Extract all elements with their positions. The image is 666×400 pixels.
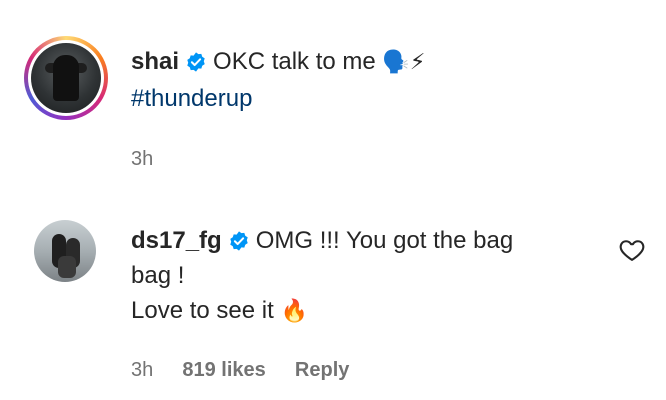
comment-text-2: bag !: [131, 262, 185, 289]
reply-button[interactable]: Reply: [295, 359, 349, 381]
verified-badge-icon: [187, 52, 205, 72]
caption-timestamp[interactable]: 3h: [131, 147, 153, 171]
comment-timestamp[interactable]: 3h: [131, 359, 153, 381]
comment-line-1: ds17_fg OMG !!! You got the bag: [131, 226, 513, 256]
commenter-avatar[interactable]: [34, 220, 96, 282]
commenter-username[interactable]: ds17_fg: [131, 227, 222, 254]
comment-text-3: Love to see it: [131, 297, 274, 324]
author-avatar: [31, 43, 101, 113]
comment-meta: 3h 819 likes Reply: [131, 358, 349, 382]
author-avatar-story-ring[interactable]: [24, 36, 108, 120]
caption-line-1: shai OKC talk to me 🗣️⚡: [131, 47, 425, 78]
caption-text: OKC talk to me: [213, 48, 376, 75]
verified-badge-icon: [229, 231, 248, 251]
like-heart-icon[interactable]: [618, 236, 646, 264]
avatar-figure-body: [53, 55, 79, 101]
likes-count[interactable]: 819 likes: [182, 359, 265, 381]
comment-line-3: Love to see it 🔥: [131, 296, 308, 327]
caption-emoji: 🗣️⚡: [382, 50, 426, 75]
fire-emoji: 🔥: [280, 299, 308, 324]
comment-line-2: bag !: [131, 261, 184, 291]
hashtag-link[interactable]: #thunderup: [131, 85, 252, 112]
author-username[interactable]: shai: [131, 48, 179, 75]
caption-line-2: #thunderup: [131, 84, 252, 114]
avatar-figure-3: [58, 256, 76, 278]
avatar-ring-gap: [28, 40, 104, 116]
comment-text-1: OMG !!! You got the bag: [255, 227, 514, 254]
